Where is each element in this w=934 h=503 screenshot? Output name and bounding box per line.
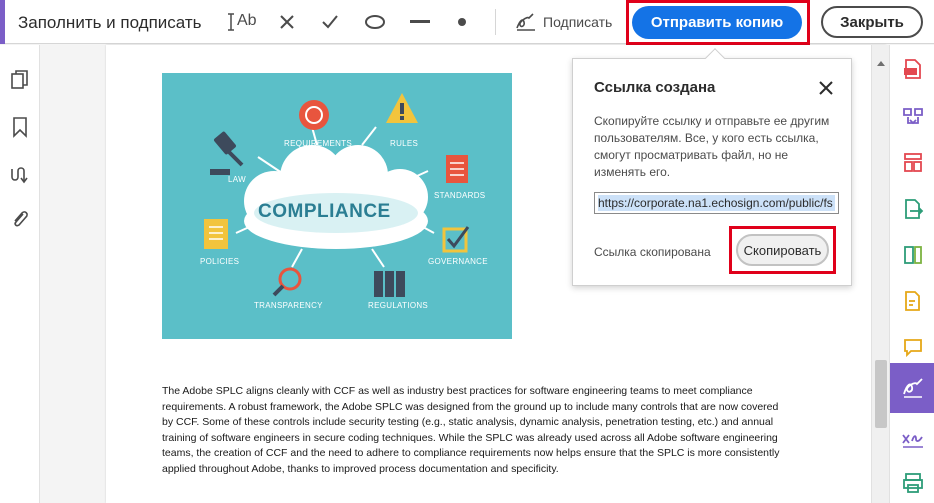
text-tool-label: Ab bbox=[237, 12, 257, 29]
signature-pen-icon bbox=[516, 13, 535, 31]
combine-files-icon[interactable] bbox=[901, 105, 925, 129]
popover-description: Скопируйте ссылку и отправьте ее другим … bbox=[594, 114, 830, 179]
copy-button[interactable]: Скопировать bbox=[736, 234, 829, 266]
cross-icon bbox=[280, 15, 294, 29]
label-regulations: REGULATIONS bbox=[368, 301, 429, 310]
organize-pages-icon[interactable] bbox=[901, 151, 925, 175]
sign-button-label: Подписать bbox=[543, 14, 613, 30]
send-copy-highlight bbox=[626, 0, 810, 45]
vertical-scrollbar[interactable] bbox=[871, 45, 889, 503]
label-standards: STANDARDS bbox=[434, 191, 486, 200]
bookmark-icon[interactable] bbox=[10, 116, 30, 138]
fill-sign-icon bbox=[903, 378, 923, 398]
link-copied-status: Ссылка скопирована bbox=[594, 245, 711, 259]
label-transparency: TRANSPARENCY bbox=[254, 301, 323, 310]
toolbar-accent-bar bbox=[0, 0, 5, 44]
label-requirements: REQUIREMENTS bbox=[284, 139, 353, 148]
export-pdf-icon[interactable] bbox=[901, 57, 925, 81]
line-icon bbox=[410, 20, 430, 23]
close-button[interactable]: Закрыть bbox=[821, 6, 923, 38]
circle-tool[interactable] bbox=[362, 0, 388, 44]
add-text-tool[interactable]: Ab bbox=[228, 0, 258, 44]
document-paragraph: The Adobe SPLC aligns cleanly with CCF a… bbox=[162, 385, 780, 475]
checkmark-tool[interactable] bbox=[318, 0, 342, 44]
pages-icon[interactable] bbox=[10, 69, 30, 91]
compliance-title: COMPLIANCE bbox=[258, 201, 391, 222]
request-signature-icon[interactable] bbox=[901, 427, 925, 451]
sign-button[interactable]: Подписать bbox=[515, 0, 612, 44]
right-tools-rail bbox=[889, 45, 934, 503]
fill-sign-active-tool[interactable] bbox=[890, 363, 934, 413]
signatures-icon[interactable] bbox=[10, 163, 30, 185]
edit-pdf-icon[interactable] bbox=[901, 289, 925, 313]
scroll-up-arrow-icon[interactable] bbox=[877, 61, 885, 66]
label-law: LAW bbox=[228, 175, 246, 184]
toolbar-title: Заполнить и подписать bbox=[18, 13, 202, 32]
label-policies: POLICIES bbox=[200, 257, 240, 266]
compare-files-icon[interactable] bbox=[901, 243, 925, 267]
ellipse-icon bbox=[365, 15, 385, 29]
toolbar-separator bbox=[495, 9, 496, 35]
dot-icon bbox=[458, 18, 466, 26]
cross-mark-tool[interactable] bbox=[276, 0, 298, 44]
scrollbar-thumb[interactable] bbox=[875, 360, 887, 428]
export-file-icon[interactable] bbox=[901, 197, 925, 221]
line-tool[interactable] bbox=[407, 0, 433, 44]
dot-tool[interactable] bbox=[452, 0, 472, 44]
left-sidebar bbox=[0, 45, 40, 503]
label-rules: RULES bbox=[390, 139, 419, 148]
close-icon[interactable] bbox=[817, 79, 835, 97]
compliance-image: COMPLIANCE LAW REQUIREMENTS RULES STANDA… bbox=[162, 73, 512, 339]
share-link-input[interactable] bbox=[594, 192, 839, 214]
attachment-icon[interactable] bbox=[10, 208, 30, 230]
print-production-icon[interactable] bbox=[901, 471, 925, 495]
popover-title: Ссылка создана bbox=[594, 79, 716, 96]
label-governance: GOVERNANCE bbox=[428, 257, 488, 266]
checkmark-icon bbox=[322, 15, 338, 29]
comment-icon[interactable] bbox=[901, 335, 925, 359]
